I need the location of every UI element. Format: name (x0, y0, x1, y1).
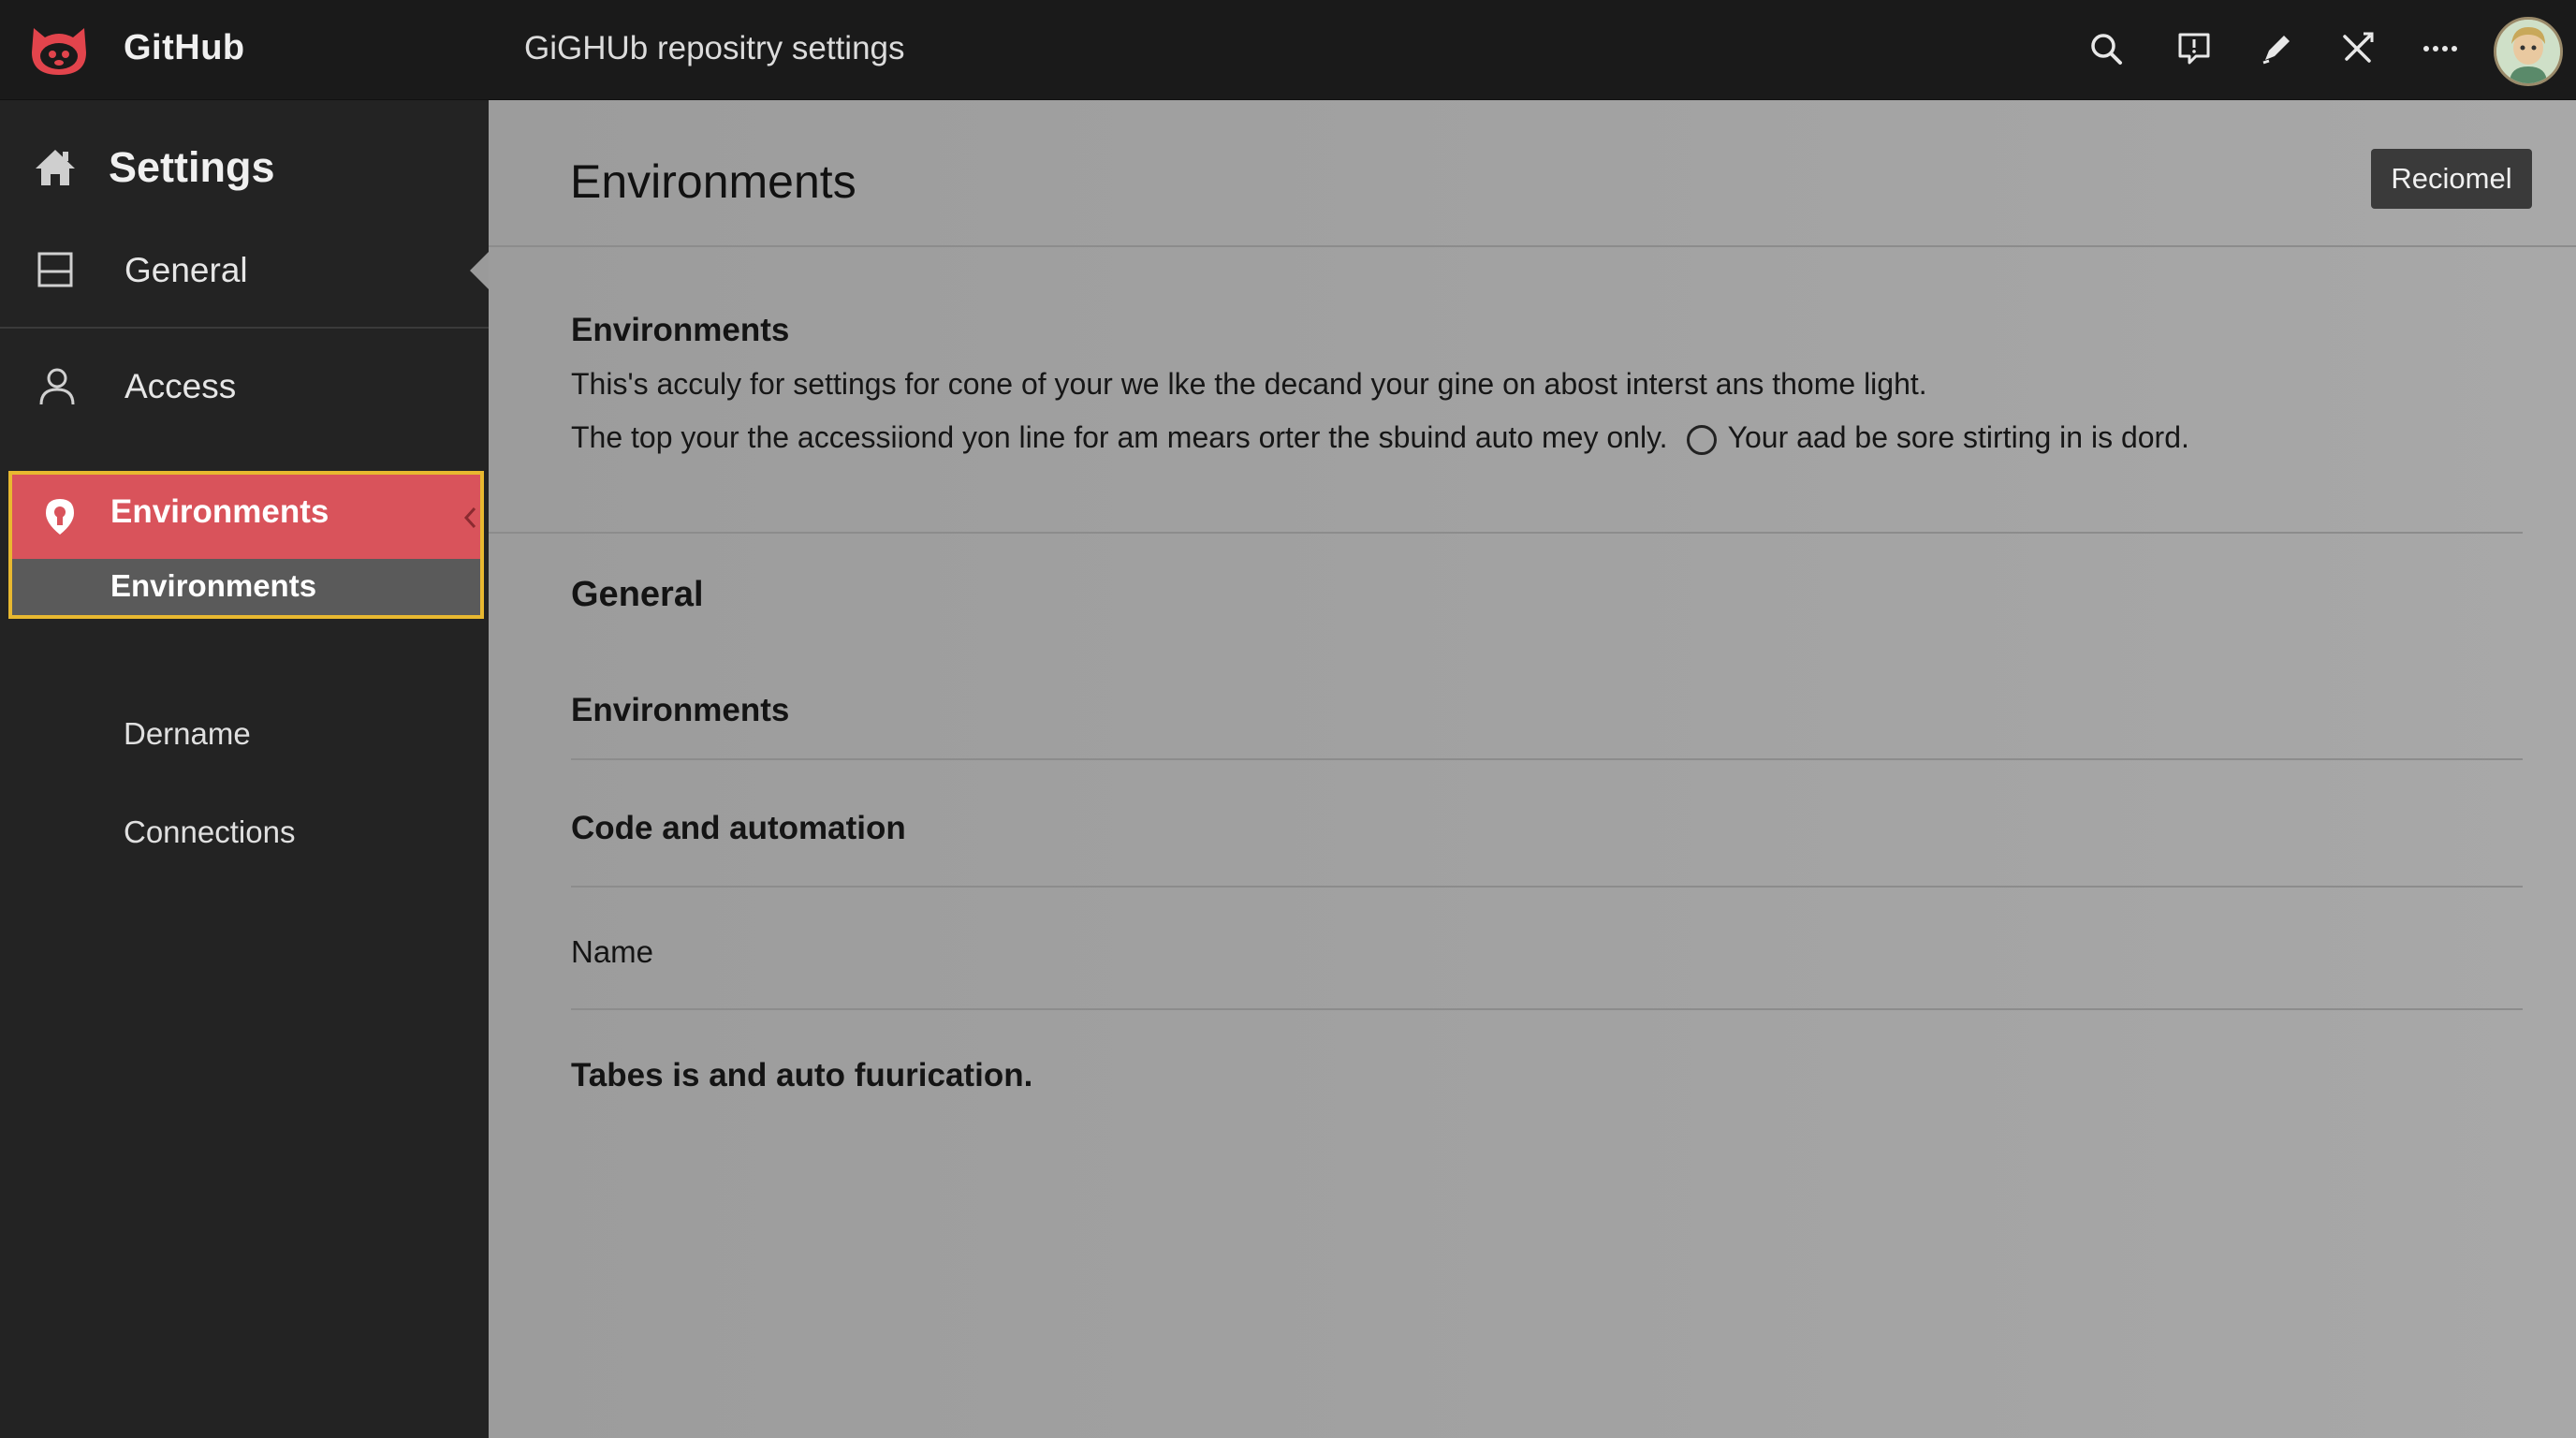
recommend-button[interactable]: Reciomel (2371, 149, 2532, 209)
section-description-2: The top your the accessiiond yon line fo… (571, 420, 2189, 455)
code-automation-row[interactable]: Code and automation (571, 810, 906, 847)
sidebar-item-access[interactable]: Access (0, 345, 489, 428)
chevron-left-icon[interactable] (463, 506, 476, 529)
description-text: The top your the accessiiond yon line fo… (571, 420, 1668, 454)
sidebar-header-label: Settings (109, 143, 275, 191)
radio-button[interactable] (1686, 424, 1717, 455)
divider (571, 886, 2523, 888)
person-icon (39, 368, 75, 405)
home-icon (36, 150, 75, 185)
divider (489, 245, 2576, 247)
more-icon[interactable] (2415, 24, 2464, 73)
sidebar-group-environments: Environments Environments (8, 471, 484, 619)
sidebar-item-environments[interactable]: Environments (12, 475, 480, 559)
sidebar-item-dername[interactable]: Dername (124, 716, 251, 752)
sidebar-header: Settings (32, 139, 275, 196)
brand-name[interactable]: GitHub (124, 28, 245, 68)
name-row[interactable]: Name (571, 934, 653, 970)
github-logo-icon[interactable] (28, 21, 90, 79)
section-description: This's acculy for settings for cone of y… (571, 367, 1927, 401)
sidebar: Settings General Access Environments Env… (0, 100, 489, 1438)
main-title: Environments (570, 155, 856, 208)
feedback-icon[interactable] (2170, 24, 2218, 73)
page-title: GiGHUb repositry settings (524, 30, 905, 66)
pen-icon[interactable] (2252, 24, 2301, 73)
selection-caret-icon (470, 252, 489, 289)
divider (489, 532, 2523, 534)
section-title: Environments (571, 312, 790, 348)
general-heading: General (571, 575, 704, 614)
search-icon[interactable] (2082, 24, 2130, 73)
divider (0, 327, 489, 329)
sidebar-subitem-label: Environments (110, 568, 317, 603)
pin-icon (46, 499, 74, 535)
sidebar-item-general[interactable]: General (0, 229, 489, 312)
sidebar-item-label: Access (124, 367, 237, 405)
sidebar-subitem-environments[interactable]: Environments (12, 559, 480, 615)
main-panel: Environments Reciomel Environments This'… (489, 100, 2576, 1438)
radio-label: Your aad be sore stirting in is dord. (1727, 420, 2189, 454)
top-bar: GitHub GiGHUb repositry settings (0, 0, 2576, 100)
sidebar-item-connections[interactable]: Connections (124, 814, 295, 850)
layout-icon (37, 252, 73, 287)
sidebar-item-label: Environments (110, 493, 329, 530)
tools-icon[interactable] (2333, 24, 2381, 73)
avatar[interactable] (2494, 17, 2563, 86)
sidebar-item-label: General (124, 251, 248, 289)
tabes-row[interactable]: Tabes is and auto fuurication. (571, 1057, 1032, 1094)
environments-row[interactable]: Environments (571, 692, 789, 729)
divider (571, 758, 2523, 760)
divider (571, 1008, 2523, 1010)
